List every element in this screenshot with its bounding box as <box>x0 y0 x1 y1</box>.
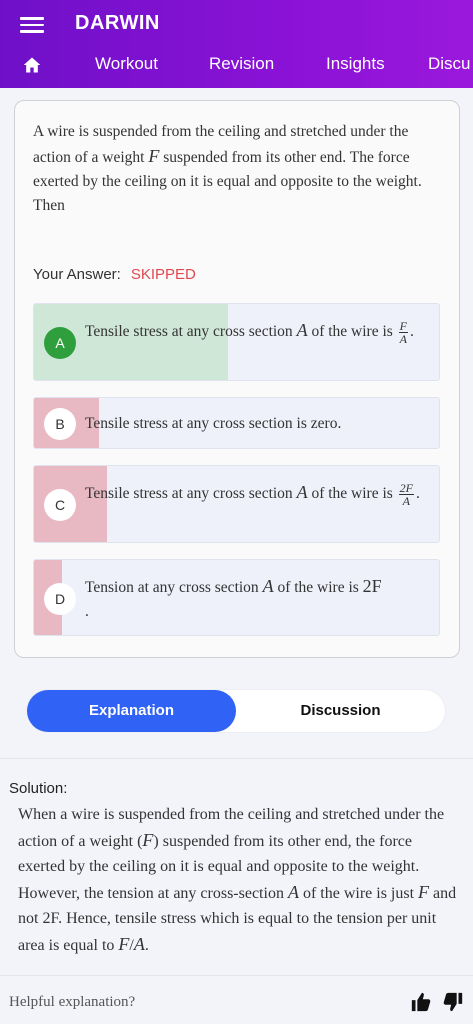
nav-tabs: Workout Revision Insights Discu <box>0 44 473 88</box>
option-d[interactable]: D Tension at any cross section A of the … <box>33 559 440 636</box>
option-d-badge: D <box>44 583 76 615</box>
thumbs-down-icon[interactable] <box>442 990 464 1014</box>
option-c-badge: C <box>44 489 76 521</box>
option-a-badge: A <box>44 327 76 359</box>
question-card: A wire is suspended from the ceiling and… <box>14 100 460 658</box>
tab-discussion-toggle[interactable]: Discussion <box>236 690 445 732</box>
menu-icon[interactable] <box>20 14 44 34</box>
solution-text: When a wire is suspended from the ceilin… <box>18 806 457 954</box>
option-c[interactable]: C Tensile stress at any cross section A … <box>33 465 440 543</box>
home-icon[interactable] <box>22 55 42 75</box>
tab-workout[interactable]: Workout <box>95 54 158 74</box>
tab-revision[interactable]: Revision <box>209 54 274 74</box>
option-b-badge: B <box>44 408 76 440</box>
app-title: DARWIN <box>75 12 160 34</box>
option-c-text: Tensile stress at any cross section A of… <box>85 480 420 508</box>
divider <box>0 975 473 976</box>
app-bar: DARWIN Workout Revision Insights Discu <box>0 0 473 88</box>
option-a-text: Tensile stress at any cross section A of… <box>85 318 414 346</box>
tab-discussion[interactable]: Discu <box>428 54 471 74</box>
tab-insights[interactable]: Insights <box>326 54 385 74</box>
tab-explanation[interactable]: Explanation <box>27 690 236 732</box>
option-b[interactable]: B Tensile stress at any cross section is… <box>33 397 440 449</box>
divider <box>0 758 473 759</box>
your-answer: Your Answer: SKIPPED <box>33 266 196 283</box>
solution-title: Solution: <box>9 780 68 797</box>
your-answer-label: Your Answer: <box>33 266 121 283</box>
explanation-discussion-toggle: Explanation Discussion <box>27 690 445 732</box>
option-b-text: Tensile stress at any cross section is z… <box>85 415 342 432</box>
option-a[interactable]: A Tensile stress at any cross section A … <box>33 303 440 381</box>
helpful-prompt: Helpful explanation? <box>9 994 136 1010</box>
thumbs-up-icon[interactable] <box>410 990 432 1014</box>
option-d-text: Tension at any cross section A of the wi… <box>85 576 382 620</box>
your-answer-status: SKIPPED <box>130 266 196 283</box>
question-text: A wire is suspended from the ceiling and… <box>33 123 422 214</box>
